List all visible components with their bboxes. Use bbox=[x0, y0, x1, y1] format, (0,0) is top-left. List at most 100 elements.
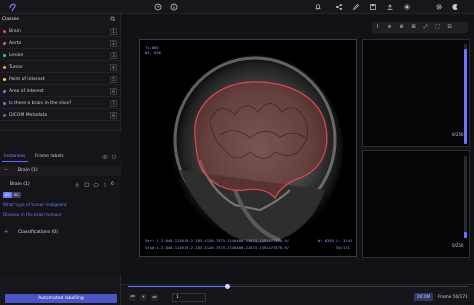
class-label: Area of interest bbox=[9, 89, 44, 94]
class-item-dicom-metadata[interactable]: DICOM Metadata 8 bbox=[0, 110, 121, 121]
class-color-dot bbox=[3, 102, 6, 105]
instance-label: Brain (1) bbox=[10, 182, 30, 187]
class-color-dot bbox=[3, 54, 6, 57]
class-label: Lesion bbox=[9, 53, 24, 58]
side-slider-fill bbox=[464, 232, 467, 238]
class-item-area-of-interest[interactable]: Area of interest 6 bbox=[0, 86, 121, 97]
side-frame-count: 0/256 bbox=[452, 132, 464, 137]
class-color-dot bbox=[3, 42, 6, 45]
settings-icon[interactable] bbox=[111, 154, 117, 160]
classifications-label: Classifications (0) bbox=[18, 230, 58, 235]
class-color-dot bbox=[3, 66, 6, 69]
more-icon[interactable] bbox=[102, 182, 108, 188]
class-item-aorta[interactable]: Aorta 2 bbox=[0, 38, 121, 49]
viewer-toolbar: I ≡ ⊕ ⊞ ⤢ ⛶ ⊟ bbox=[372, 22, 468, 33]
side-viewport-top[interactable] bbox=[362, 39, 470, 147]
instance-class-group[interactable]: − Brain (1) bbox=[0, 166, 121, 176]
playback-speed-select[interactable]: 1 bbox=[172, 293, 206, 302]
class-item-brain-in-slice[interactable]: Is there a brain in the slice? 7 bbox=[0, 98, 121, 109]
overlay-study: Stud:1.2.840.113619.2.283.4120.7575.2146… bbox=[145, 245, 290, 250]
class-hotkey: 2 bbox=[110, 40, 117, 47]
grid-tool-icon[interactable]: ⊞ bbox=[410, 24, 417, 31]
side-slider-top[interactable] bbox=[464, 44, 467, 144]
classifications-group[interactable]: + Classifications (0) bbox=[0, 228, 121, 238]
classes-header: Classes bbox=[0, 15, 121, 24]
class-hotkey: 4 bbox=[110, 64, 117, 71]
main-viewport[interactable] bbox=[139, 39, 357, 257]
side-slider-fill bbox=[464, 49, 467, 144]
timeline-progress bbox=[128, 286, 228, 287]
split-tool-icon[interactable]: ⊟ bbox=[446, 24, 453, 31]
class-hotkey: 6 bbox=[110, 88, 117, 95]
class-label: Brain bbox=[9, 29, 21, 34]
class-hotkey: 1 bbox=[110, 28, 117, 35]
overlay-window: W: 6283 L: 3141 bbox=[318, 238, 353, 243]
layout-tool-icon[interactable]: ≡ bbox=[386, 24, 393, 31]
clock-icon[interactable] bbox=[154, 3, 162, 11]
pause-icon[interactable]: ⏸ bbox=[140, 294, 147, 301]
search-icon[interactable] bbox=[110, 16, 116, 22]
class-color-dot bbox=[3, 90, 6, 93]
class-hotkey: 3 bbox=[110, 52, 117, 59]
save-icon[interactable] bbox=[369, 3, 377, 11]
tab-frame-labels[interactable]: Frame labels bbox=[35, 154, 64, 159]
side-viewport-bottom[interactable] bbox=[362, 150, 470, 258]
next-frame-icon[interactable]: ⏭ bbox=[151, 294, 158, 301]
pin-icon[interactable] bbox=[74, 182, 80, 188]
class-label: Is there a brain in the slice? bbox=[9, 101, 72, 106]
class-color-dot bbox=[3, 114, 6, 117]
previous-frame-icon[interactable]: ⏮ bbox=[129, 294, 136, 301]
frame-counter: Frame 50/171 bbox=[438, 295, 468, 300]
visibility-icon[interactable] bbox=[93, 182, 99, 188]
eye-icon[interactable] bbox=[102, 154, 108, 160]
class-color-dot bbox=[3, 78, 6, 81]
instance-row[interactable]: Brain (1) 6 bbox=[0, 180, 121, 190]
class-hotkey: 7 bbox=[110, 100, 117, 107]
side-slider-bottom[interactable] bbox=[464, 156, 467, 238]
class-hotkey: 5 bbox=[110, 76, 117, 83]
tab-instances[interactable]: Instances bbox=[4, 154, 26, 159]
expand-icon[interactable]: + bbox=[4, 229, 8, 235]
class-hotkey: 8 bbox=[110, 112, 117, 119]
crosshair-tool-icon[interactable]: ⊕ bbox=[398, 24, 405, 31]
copy-icon[interactable] bbox=[84, 182, 90, 188]
instance-tag-pill[interactable]: 4S bbox=[3, 192, 12, 198]
class-label: Aorta bbox=[9, 41, 22, 46]
class-label: DICOM Metadata bbox=[9, 113, 48, 118]
automated-labelling-button[interactable]: Automated labelling bbox=[5, 294, 117, 303]
class-item-point-of-interest[interactable]: Point of interest 5 bbox=[0, 74, 121, 85]
mri-image bbox=[140, 40, 356, 256]
timeline-knob[interactable] bbox=[225, 284, 230, 289]
moon-icon[interactable] bbox=[452, 3, 460, 11]
pencil-icon[interactable] bbox=[352, 3, 360, 11]
bell-icon[interactable] bbox=[314, 3, 322, 11]
overlay-series: Ser: 1.2.840.113619.2.283.4120.7575.2146… bbox=[145, 238, 290, 243]
question-link[interactable]: Disease in the brain tumour bbox=[3, 212, 62, 217]
side-frame-count: 0/256 bbox=[452, 243, 464, 248]
class-item-brain[interactable]: Brain 1 bbox=[0, 26, 121, 37]
class-color-dot bbox=[3, 30, 6, 33]
fullscreen-tool-icon[interactable]: ⛶ bbox=[434, 24, 441, 31]
dicom-button[interactable]: DICOM bbox=[414, 293, 433, 301]
top-bar bbox=[0, 0, 474, 14]
instance-tag-pill[interactable]: SC bbox=[12, 192, 21, 198]
active-tab-indicator bbox=[2, 161, 28, 162]
class-item-tumor[interactable]: Tumor 4 bbox=[0, 62, 121, 73]
expand-tool-icon[interactable]: ⤢ bbox=[422, 24, 429, 31]
question-link[interactable]: What type of tumor malignant bbox=[3, 202, 67, 207]
instances-tabs: Instances Frame labels bbox=[0, 152, 121, 162]
cursor-tool-icon[interactable]: I bbox=[374, 24, 381, 31]
upload-icon[interactable] bbox=[386, 3, 394, 11]
class-item-lesion[interactable]: Lesion 3 bbox=[0, 50, 121, 61]
class-label: Point of interest bbox=[9, 77, 45, 82]
collapse-icon[interactable]: − bbox=[4, 167, 8, 173]
info-icon[interactable] bbox=[170, 3, 178, 11]
classes-title: Classes bbox=[2, 17, 19, 22]
class-label: Tumor bbox=[9, 65, 23, 70]
share-icon[interactable] bbox=[335, 3, 343, 11]
overlay-info: WI: 036 bbox=[145, 50, 162, 55]
sun-icon[interactable] bbox=[403, 3, 411, 11]
overlay-frame: 50/171 bbox=[336, 245, 350, 250]
app-logo bbox=[9, 3, 16, 12]
gear-icon[interactable] bbox=[435, 3, 443, 11]
